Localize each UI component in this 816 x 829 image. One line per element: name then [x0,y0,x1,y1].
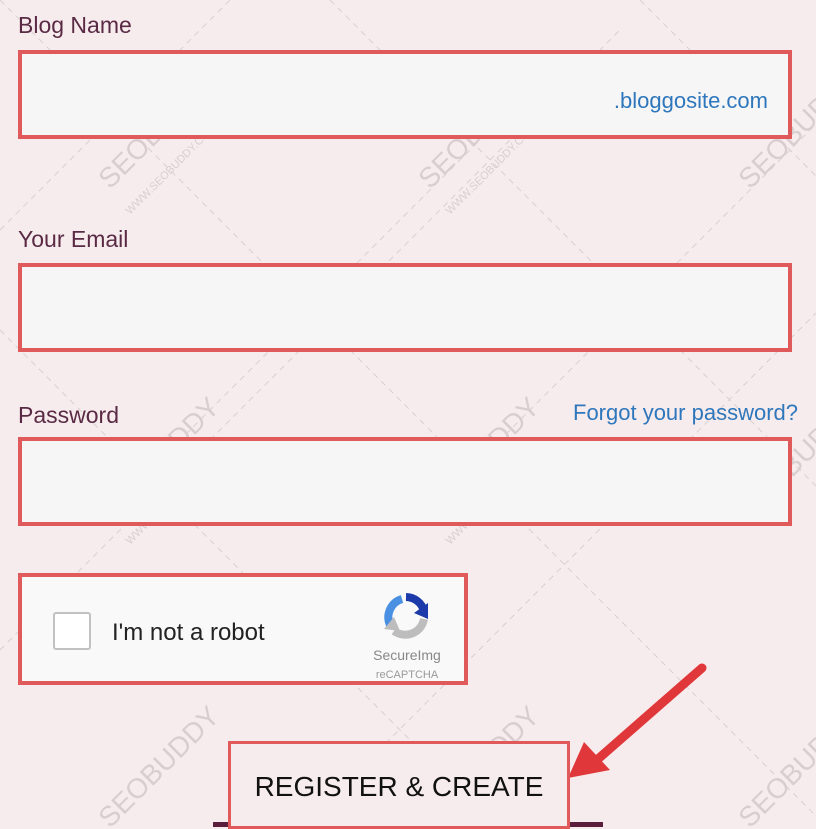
forgot-password-link[interactable]: Forgot your password? [573,400,798,426]
watermark-text: SEOBUDDY [92,700,225,829]
recaptcha-widget: I'm not a robot SecureImg reCAPTCHA [18,573,468,685]
email-input[interactable] [22,267,788,348]
register-create-button[interactable]: REGISTER & CREATE [231,744,567,826]
recaptcha-label: I'm not a robot [112,619,265,646]
submit-highlight: REGISTER & CREATE [228,741,570,829]
email-field[interactable] [18,263,792,352]
email-label: Your Email [18,226,129,252]
password-label: Password [18,402,119,428]
password-field[interactable] [18,437,792,526]
recaptcha-brand: SecureImg [373,647,441,663]
recaptcha-sub: reCAPTCHA [375,669,439,681]
recaptcha-checkbox[interactable] [53,612,91,650]
recaptcha-icon [384,593,428,639]
blog-name-label: Blog Name [18,12,132,38]
blog-name-field[interactable]: .bloggosite.com [18,50,792,139]
password-input[interactable] [22,441,788,522]
annotation-arrow-icon [568,663,707,778]
blog-domain-suffix: .bloggosite.com [613,88,768,113]
watermark-text: SEOBUDDY [732,700,816,829]
